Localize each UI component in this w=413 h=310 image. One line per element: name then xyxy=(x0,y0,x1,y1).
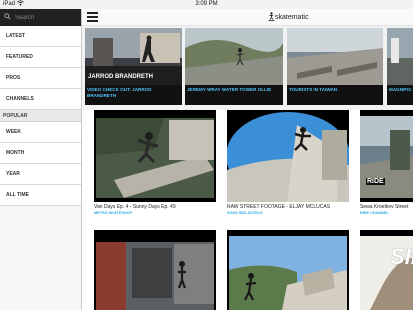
hamburger-icon[interactable] xyxy=(87,12,98,22)
video-thumbnail xyxy=(227,230,349,310)
sidebar-item-latest[interactable]: LATEST xyxy=(0,26,81,47)
video-channel[interactable]: RIDE CHANNEL xyxy=(360,211,389,215)
video-thumbnail xyxy=(360,230,413,310)
sidebar-item-month[interactable]: MONTH xyxy=(0,143,81,164)
featured-overlay-text: JARROD BRANDRETH xyxy=(88,74,154,80)
featured-caption: VIDEO CHECK OUT: JARROD BRANDRETH xyxy=(85,85,182,105)
video-overlay-text: SID xyxy=(390,244,413,269)
video-title: Van Days Ep. 4 - Sunny Days Ep. 49 xyxy=(94,204,176,210)
featured-thumbnail xyxy=(287,28,383,85)
video-title: RAW STREET FOOTAGE - ELJAY MCLUCAS xyxy=(227,204,331,210)
sidebar-item-year[interactable]: YEAR xyxy=(0,164,81,185)
featured-thumbnail xyxy=(387,28,413,85)
skater-logo-icon xyxy=(268,12,275,21)
featured-item[interactable]: MAGNIFIC xyxy=(387,28,413,105)
search-icon xyxy=(4,13,11,22)
app-logo[interactable]: skatematic xyxy=(268,12,308,21)
video-grid: Van Days Ep. 4 - Sunny Days Ep. 49 METRO… xyxy=(82,110,413,310)
featured-carousel: JARROD BRANDRETH VIDEO CHECK OUT: JARROD… xyxy=(82,26,413,110)
video-card[interactable]: RIDE Sewa Kroetkov Street RIDE CHANNEL xyxy=(360,110,413,220)
search-input[interactable] xyxy=(15,14,75,21)
featured-item[interactable]: JARROD BRANDRETH VIDEO CHECK OUT: JARROD… xyxy=(85,28,182,105)
channel-badge: RIDE xyxy=(366,178,385,185)
top-bar: skatematic xyxy=(82,9,413,26)
featured-item[interactable]: TOURISTS IN TAIWAN xyxy=(287,28,383,105)
featured-item[interactable]: JEREMY WRAY WATER TOWER OLLIE xyxy=(185,28,283,105)
sidebar-item-featured[interactable]: FEATURED xyxy=(0,47,81,68)
video-channel[interactable]: SOUS SES AUTELS xyxy=(227,211,263,215)
search-bar xyxy=(0,9,81,26)
featured-caption: TOURISTS IN TAIWAN xyxy=(287,85,383,105)
video-thumbnail xyxy=(360,110,413,202)
sidebar-item-week[interactable]: WEEK xyxy=(0,122,81,143)
video-card[interactable]: RAW STREET FOOTAGE - ELJAY MCLUCAS SOUS … xyxy=(227,110,349,220)
logo-text: skatematic xyxy=(275,14,309,21)
video-card[interactable] xyxy=(227,230,349,310)
video-card[interactable]: SID xyxy=(360,230,413,310)
featured-caption: MAGNIFIC xyxy=(387,85,413,105)
status-time: 3:09 PM xyxy=(195,1,218,7)
video-channel[interactable]: METRO SKATESHOP xyxy=(94,211,132,215)
sidebar-item-pros[interactable]: PROS xyxy=(0,68,81,89)
video-thumbnail xyxy=(94,230,216,310)
sidebar-item-all-time[interactable]: ALL TIME xyxy=(0,185,81,206)
video-title: Sewa Kroetkov Street xyxy=(360,204,409,210)
video-card[interactable]: Van Days Ep. 4 - Sunny Days Ep. 49 METRO… xyxy=(94,110,216,220)
sidebar: LATEST FEATURED PROS CHANNELS POPULAR WE… xyxy=(0,9,82,310)
status-bar: iPad 3:09 PM xyxy=(0,0,413,9)
sidebar-item-channels[interactable]: CHANNELS xyxy=(0,89,81,110)
main-menu: LATEST FEATURED PROS CHANNELS POPULAR WE… xyxy=(0,26,81,206)
video-thumbnail xyxy=(94,110,216,202)
featured-caption: JEREMY WRAY WATER TOWER OLLIE xyxy=(185,85,283,105)
section-header-popular: POPULAR xyxy=(0,110,81,122)
featured-thumbnail xyxy=(185,28,283,85)
video-thumbnail xyxy=(227,110,349,202)
video-card[interactable] xyxy=(94,230,216,310)
